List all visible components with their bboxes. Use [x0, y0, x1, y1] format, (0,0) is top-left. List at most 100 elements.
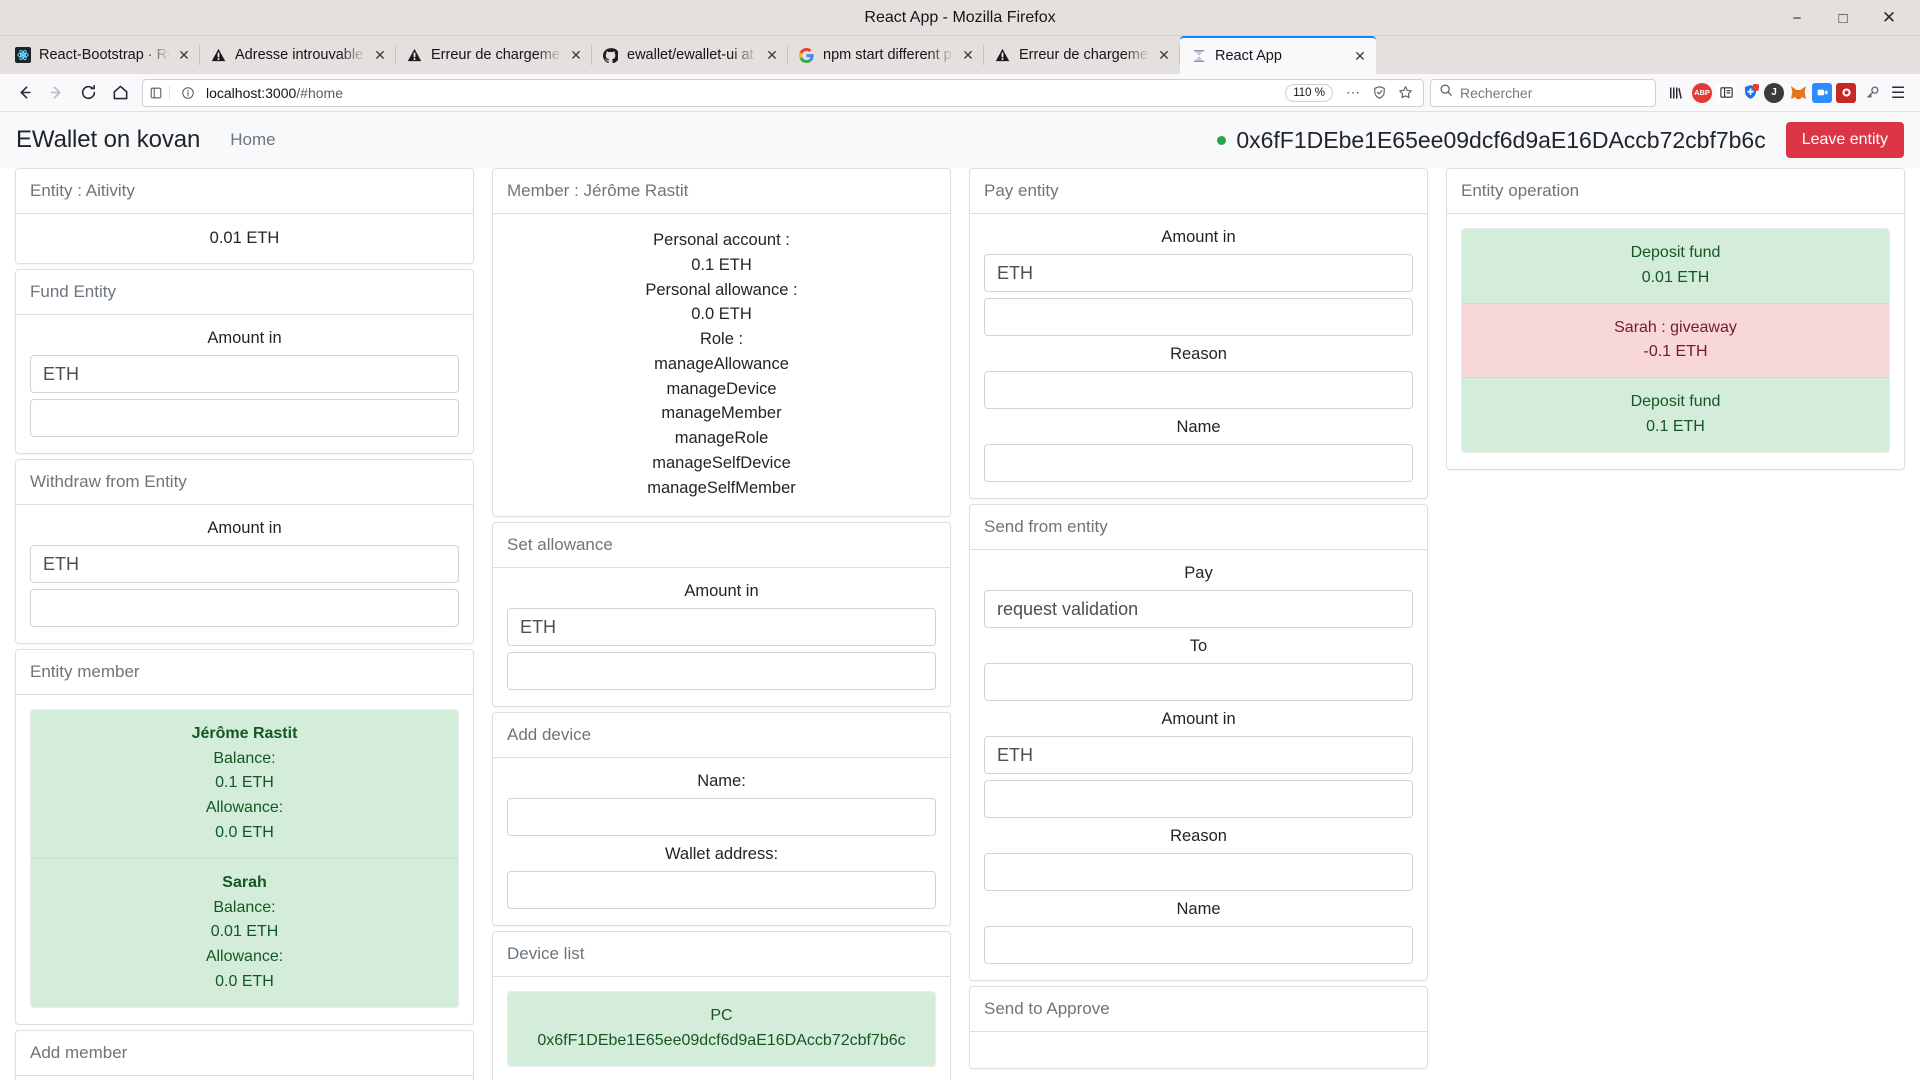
google-icon [798, 47, 815, 64]
member-info-line: Personal account : [653, 231, 790, 249]
key-icon[interactable] [1860, 81, 1884, 105]
browser-tab-react-app[interactable]: React App ✕ [1180, 36, 1376, 74]
close-tab-icon[interactable]: ✕ [762, 45, 782, 65]
member-balance: 0.1 ETH [215, 774, 274, 792]
browser-tab-adresse-introuvable[interactable]: Adresse introuvable ✕ [200, 36, 396, 74]
j-badge-icon[interactable]: J [1764, 82, 1784, 103]
fund-amount-input[interactable] [30, 398, 459, 437]
zoom-camera-icon[interactable] [1812, 82, 1832, 103]
entity-card-header: Entity : Aitivity [16, 169, 473, 214]
browser-tab-ewallet-ui[interactable]: ewallet/ewallet-ui at ma ✕ [592, 36, 788, 74]
browser-tab-erreur-chargement-1[interactable]: Erreur de chargement de ✕ [396, 36, 592, 74]
allowance-amount-input[interactable] [507, 652, 936, 691]
device-wallet-input[interactable] [507, 871, 936, 910]
shield-plus-icon[interactable] [1740, 83, 1760, 103]
send-currency-select[interactable]: ETH [984, 736, 1413, 774]
close-tab-icon[interactable]: ✕ [370, 45, 390, 65]
reader-extension-icon[interactable] [1716, 82, 1736, 103]
home-button[interactable] [104, 77, 136, 109]
withdraw-amount-label: Amount in [207, 518, 282, 537]
forward-button[interactable] [40, 77, 72, 109]
minimize-button[interactable]: − [1774, 0, 1820, 36]
send-name-input[interactable] [984, 926, 1413, 964]
github-icon [602, 47, 619, 64]
close-tab-icon[interactable]: ✕ [1350, 46, 1370, 66]
close-tab-icon[interactable]: ✕ [958, 45, 978, 65]
pay-name-input[interactable] [984, 444, 1413, 482]
address-bar[interactable]: localhost:3000/#home 110 % ⋯ [142, 78, 1424, 107]
pay-entity-card: Pay entity Amount in ETH Reason Name [969, 168, 1428, 499]
close-window-button[interactable]: ✕ [1866, 0, 1912, 36]
send-amount-label: Amount in [1161, 710, 1236, 728]
dashboard-columns: Entity : Aitivity 0.01 ETH Fund Entity A… [0, 168, 1920, 1080]
reader-view-icon[interactable] [149, 85, 170, 100]
list-item[interactable]: Sarah : giveaway -0.1 ETH [1462, 303, 1889, 379]
info-circle-icon[interactable] [176, 81, 200, 105]
metamask-fox-icon[interactable] [1788, 83, 1808, 103]
adblock-plus-icon[interactable]: ABP [1692, 82, 1712, 103]
warning-icon [210, 47, 227, 64]
list-item[interactable]: PC 0x6fF1DEbe1E65ee09dcf6d9aE16DAccb72cb… [508, 992, 935, 1066]
leave-entity-button[interactable]: Leave entity [1785, 122, 1904, 158]
bookmark-star-icon[interactable] [1393, 81, 1417, 105]
app-menu-button[interactable]: ☰ [1884, 79, 1912, 107]
set-allowance-body: Amount in ETH [493, 568, 950, 706]
nav-link-home[interactable]: Home [220, 122, 285, 158]
maximize-button[interactable]: □ [1820, 0, 1866, 36]
list-item[interactable]: Deposit fund 0.1 ETH [1462, 378, 1889, 452]
withdraw-currency-select[interactable]: ETH [30, 544, 459, 583]
address-bar-actions: ⋯ [1341, 81, 1417, 105]
tab-label: React-Bootstrap · React- [39, 47, 170, 63]
entity-operation-header: Entity operation [1447, 169, 1904, 214]
send-pay-select[interactable]: request validation [984, 590, 1413, 628]
search-bar[interactable]: Rechercher [1430, 78, 1656, 107]
operation-label: Deposit fund [1630, 393, 1721, 411]
allowance-currency-select[interactable]: ETH [507, 608, 936, 647]
entity-member-header: Entity member [16, 649, 473, 695]
pay-reason-input[interactable] [984, 371, 1413, 409]
entity-operation-body: Deposit fund 0.01 ETH Sarah : giveaway -… [1447, 214, 1904, 469]
send-reason-input[interactable] [984, 853, 1413, 891]
withdraw-amount-input[interactable] [30, 588, 459, 627]
fund-entity-header: Fund Entity [16, 269, 473, 315]
pay-currency-select[interactable]: ETH [984, 254, 1413, 292]
reload-button[interactable] [72, 77, 104, 109]
device-name-input[interactable] [507, 798, 936, 837]
red-puzzle-icon[interactable] [1836, 82, 1856, 103]
device-list-header: Device list [493, 932, 950, 978]
column-member: Member : Jérôme Rastit Personal account … [483, 168, 960, 1080]
add-member-body: Member name: [16, 1076, 473, 1080]
member-role-item: manageDevice [666, 379, 777, 398]
app-brand[interactable]: EWallet on kovan [16, 126, 200, 154]
back-button[interactable] [8, 77, 40, 109]
close-tab-icon[interactable]: ✕ [566, 45, 586, 65]
library-icon[interactable] [1664, 81, 1688, 105]
browser-titlebar: React App - Mozilla Firefox − □ ✕ [0, 0, 1920, 36]
window-title: React App - Mozilla Firefox [864, 8, 1056, 26]
browser-tab-erreur-chargement-2[interactable]: Erreur de chargement de ✕ [984, 36, 1180, 74]
column-operations: Entity operation Deposit fund 0.01 ETH S… [1437, 168, 1914, 475]
more-actions-icon[interactable]: ⋯ [1341, 81, 1365, 105]
send-amount-input[interactable] [984, 780, 1413, 818]
member-name: Jérôme Rastit [191, 724, 298, 742]
close-tab-icon[interactable]: ✕ [174, 45, 194, 65]
list-item[interactable]: Deposit fund 0.01 ETH [1462, 229, 1889, 304]
member-info-line: 0.1 ETH [691, 255, 752, 274]
send-to-approve-card: Send to Approve [969, 986, 1428, 1069]
account-address-area: 0x6fF1DEbe1E65ee09dcf6d9aE16DAccb72cbf7b… [1217, 127, 1766, 154]
zoom-level-badge[interactable]: 110 % [1285, 83, 1333, 102]
send-to-input[interactable] [984, 663, 1413, 701]
tab-label: npm start different port [823, 47, 954, 63]
list-item[interactable]: Jérôme Rastit Balance: 0.1 ETH Allowance… [31, 709, 458, 859]
pay-entity-header: Pay entity [970, 169, 1427, 214]
add-device-card: Add device Name: Wallet address: [492, 712, 951, 927]
entity-operation-card: Entity operation Deposit fund 0.01 ETH S… [1446, 168, 1905, 470]
pay-amount-input[interactable] [984, 298, 1413, 336]
fund-currency-select[interactable]: ETH [30, 354, 459, 393]
list-item[interactable]: Sarah Balance: 0.01 ETH Allowance: 0.0 E… [31, 858, 458, 1007]
tab-label: Erreur de chargement de [1019, 47, 1150, 63]
browser-tab-npm-start[interactable]: npm start different port ✕ [788, 36, 984, 74]
browser-tab-react-bootstrap[interactable]: React-Bootstrap · React- ✕ [4, 36, 200, 74]
close-tab-icon[interactable]: ✕ [1154, 45, 1174, 65]
shield-icon[interactable] [1367, 81, 1391, 105]
